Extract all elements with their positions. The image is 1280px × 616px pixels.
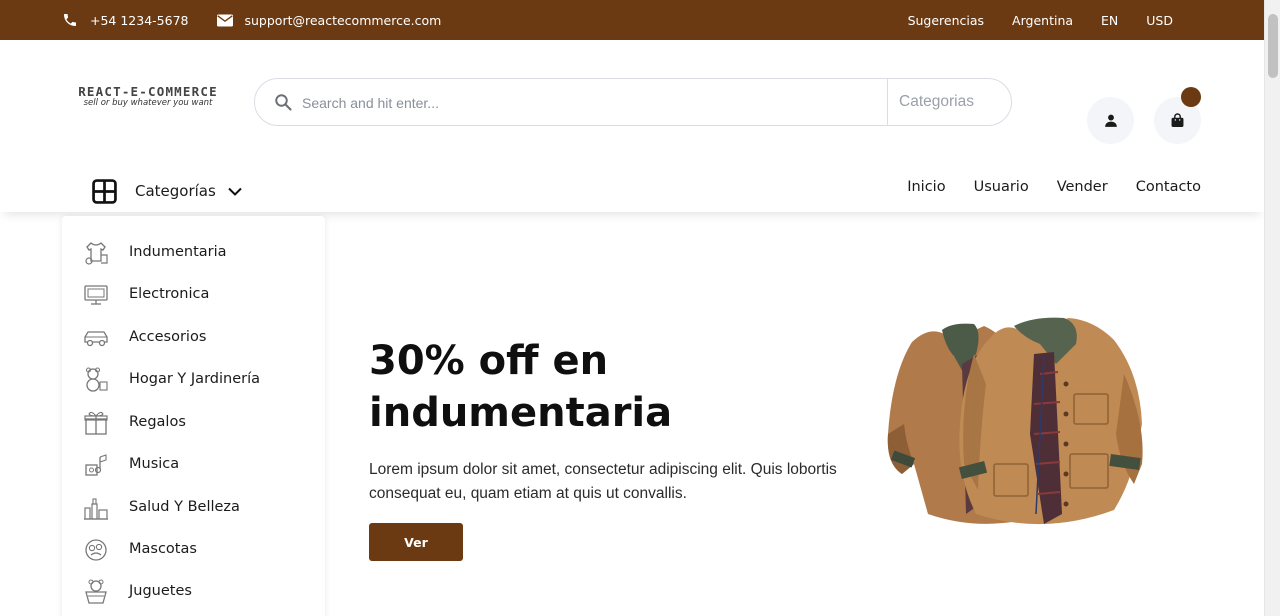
main-nav: Inicio Usuario Vender Contacto (879, 178, 1201, 196)
car-icon (84, 331, 108, 347)
language-selector[interactable]: EN (1101, 13, 1118, 28)
header: REACT-E-COMMERCE sell or buy whatever yo… (0, 40, 1264, 212)
search-bar: Categorias (254, 78, 1012, 126)
sidebar-item-label: Musica (129, 456, 180, 472)
nav-item-inicio[interactable]: Inicio (907, 179, 945, 195)
categories-label: Categorías (135, 182, 216, 200)
category-sidebar: Indumentaria Electronica Accesorios Hoga… (62, 216, 325, 616)
suggestions-link[interactable]: Sugerencias (908, 13, 984, 28)
nav-item-vender[interactable]: Vender (1057, 179, 1108, 195)
hero-title-line-1: 30% off en (369, 338, 609, 384)
shopping-bag-icon (1171, 113, 1184, 127)
computer-icon (84, 285, 108, 305)
health-beauty-icon (84, 498, 108, 520)
hero-title: 30% off en indumentaria (369, 335, 849, 439)
clothing-icon (85, 242, 108, 265)
sidebar-item-label: Electronica (129, 286, 210, 302)
logo-title: REACT-E-COMMERCE (78, 84, 218, 99)
sidebar-item-label: Juguetes (129, 583, 192, 599)
grid-icon (92, 178, 117, 204)
search-input[interactable] (302, 91, 862, 115)
view-offer-button[interactable]: Ver (369, 523, 463, 561)
sidebar-item-salud-belleza[interactable]: Salud Y Belleza (62, 486, 325, 528)
mail-icon (216, 14, 233, 26)
cart-badge (1181, 87, 1201, 107)
sidebar-item-regalos[interactable]: Regalos (62, 401, 325, 443)
hero-description: Lorem ipsum dolor sit amet, consectetur … (369, 461, 837, 502)
gift-icon (84, 411, 108, 435)
hero-title-line-2: indumentaria (369, 390, 673, 436)
sidebar-item-label: Mascotas (129, 541, 197, 557)
logo[interactable]: REACT-E-COMMERCE sell or buy whatever yo… (62, 84, 234, 108)
nav-item-usuario[interactable]: Usuario (974, 179, 1029, 195)
currency-selector[interactable]: USD (1146, 13, 1173, 28)
page-scrollbar[interactable] (1264, 0, 1280, 616)
sidebar-item-mascotas[interactable]: Mascotas (62, 528, 325, 570)
user-icon (1104, 114, 1117, 127)
sidebar-item-juguetes[interactable]: Juguetes (62, 570, 325, 612)
jacket-image (887, 317, 1143, 525)
toys-icon (85, 579, 107, 604)
pets-icon (85, 539, 107, 561)
sidebar-item-musica[interactable]: Musica (62, 443, 325, 485)
teddy-bear-icon (85, 367, 108, 392)
top-bar: +54 1234-5678 support@reactecommerce.com… (0, 0, 1264, 40)
sidebar-item-label: Salud Y Belleza (129, 499, 240, 515)
sidebar-item-indumentaria[interactable]: Indumentaria (62, 231, 325, 273)
sidebar-item-label: Hogar Y Jardinería (129, 371, 260, 387)
sidebar-item-hogar-jardineria[interactable]: Hogar Y Jardinería (62, 358, 325, 400)
email-address[interactable]: support@reactecommerce.com (245, 13, 442, 28)
search-icon[interactable] (274, 93, 292, 111)
nav-item-contacto[interactable]: Contacto (1136, 179, 1201, 195)
music-icon (85, 454, 107, 476)
user-button[interactable] (1087, 97, 1134, 144)
search-category-select[interactable]: Categorias (887, 79, 1011, 125)
sidebar-item-label: Accesorios (129, 329, 207, 345)
sidebar-item-label: Indumentaria (129, 244, 227, 260)
email-contact: support@reactecommerce.com (216, 13, 442, 28)
phone-contact: +54 1234-5678 (62, 12, 189, 28)
sidebar-item-electronica[interactable]: Electronica (62, 273, 325, 315)
phone-icon (64, 14, 76, 26)
sidebar-item-accesorios[interactable]: Accesorios (62, 316, 325, 358)
categories-button[interactable]: Categorías (92, 178, 242, 204)
scrollbar-thumb[interactable] (1268, 14, 1278, 78)
country-selector[interactable]: Argentina (1012, 13, 1073, 28)
sidebar-item-label: Regalos (129, 414, 186, 430)
chevron-down-icon (228, 187, 242, 196)
phone-number: +54 1234-5678 (90, 12, 189, 28)
logo-tagline: sell or buy whatever you want (83, 98, 213, 108)
